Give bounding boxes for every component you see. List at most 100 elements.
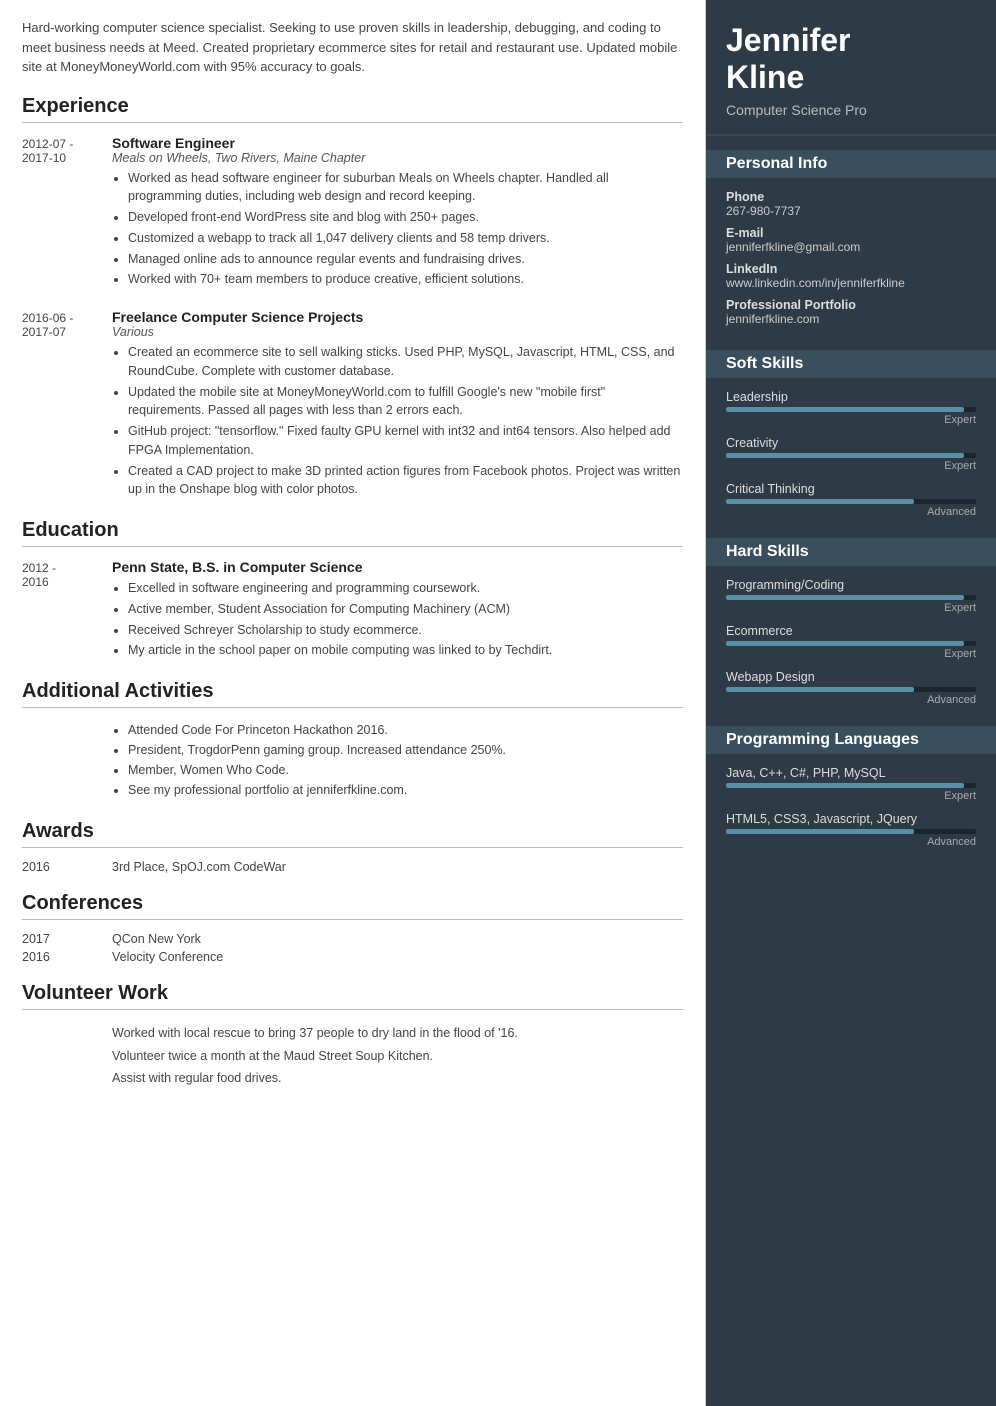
- skill-bar-fill: [726, 499, 914, 504]
- exp-org: Meals on Wheels, Two Rivers, Maine Chapt…: [112, 151, 683, 165]
- skill-name: Webapp Design: [726, 670, 976, 684]
- edu-bullet: Excelled in software engineering and pro…: [128, 579, 683, 598]
- experience-row: 2012-07 -2017-10 Software Engineer Meals…: [22, 135, 683, 292]
- name-line1: Jennifer: [726, 22, 850, 58]
- education-row: 2012 -2016 Penn State, B.S. in Computer …: [22, 559, 683, 662]
- education-heading: Education: [22, 519, 683, 542]
- soft-skills-section: Soft Skills Leadership Expert Creativity…: [706, 336, 996, 524]
- conf-year: 2017: [22, 932, 112, 946]
- skill-bar-bg: [726, 407, 976, 412]
- soft-skills-title: Soft Skills: [706, 350, 996, 378]
- skill-item: Creativity Expert: [726, 436, 976, 472]
- linkedin-value: www.linkedin.com/in/jenniferfkline: [726, 276, 976, 290]
- activities-list: Attended Code For Princeton Hackathon 20…: [112, 720, 683, 800]
- activity-item: Attended Code For Princeton Hackathon 20…: [128, 720, 683, 740]
- skill-name: Java, C++, C#, PHP, MySQL: [726, 766, 976, 780]
- right-title: Computer Science Pro: [726, 102, 976, 118]
- prog-lang-container: Java, C++, C#, PHP, MySQL Expert HTML5, …: [726, 766, 976, 848]
- education-divider: [22, 546, 683, 547]
- award-row: 20163rd Place, SpOJ.com CodeWar: [22, 860, 683, 874]
- volunteer-heading: Volunteer Work: [22, 982, 683, 1005]
- name-display: Jennifer Kline: [726, 22, 976, 96]
- exp-bullet: GitHub project: "tensorflow." Fixed faul…: [128, 422, 683, 460]
- prog-lang-section: Programming Languages Java, C++, C#, PHP…: [706, 712, 996, 868]
- award-year: 2016: [22, 860, 112, 874]
- skill-name: Ecommerce: [726, 624, 976, 638]
- conferences-heading: Conferences: [22, 892, 683, 915]
- skill-bar-fill: [726, 687, 914, 692]
- volunteer-container: Worked with local rescue to bring 37 peo…: [112, 1022, 683, 1090]
- skill-bar-bg: [726, 499, 976, 504]
- education-container: 2012 -2016 Penn State, B.S. in Computer …: [22, 559, 683, 662]
- exp-title: Software Engineer: [112, 135, 683, 151]
- volunteer-item: Worked with local rescue to bring 37 peo…: [112, 1022, 683, 1045]
- exp-bullets: Worked as head software engineer for sub…: [112, 169, 683, 290]
- activity-item: President, TrogdorPenn gaming group. Inc…: [128, 740, 683, 760]
- exp-org: Various: [112, 325, 683, 339]
- skill-item: Java, C++, C#, PHP, MySQL Expert: [726, 766, 976, 802]
- skill-item: Ecommerce Expert: [726, 624, 976, 660]
- portfolio-label: Professional Portfolio: [726, 298, 976, 312]
- award-text: 3rd Place, SpOJ.com CodeWar: [112, 860, 286, 874]
- hard-skills-container: Programming/Coding Expert Ecommerce Expe…: [726, 578, 976, 706]
- portfolio-value: jenniferfkline.com: [726, 312, 976, 326]
- exp-bullet: Managed online ads to announce regular e…: [128, 250, 683, 269]
- exp-content: Software Engineer Meals on Wheels, Two R…: [112, 135, 683, 292]
- exp-bullet: Customized a webapp to track all 1,047 d…: [128, 229, 683, 248]
- skill-name: Creativity: [726, 436, 976, 450]
- skill-name: Programming/Coding: [726, 578, 976, 592]
- skill-level: Expert: [726, 602, 976, 614]
- edu-content: Penn State, B.S. in Computer Science Exc…: [112, 559, 683, 662]
- skill-item: Programming/Coding Expert: [726, 578, 976, 614]
- left-panel: Hard-working computer science specialist…: [0, 0, 706, 1406]
- edu-bullet: My article in the school paper on mobile…: [128, 641, 683, 660]
- hard-skills-section: Hard Skills Programming/Coding Expert Ec…: [706, 524, 996, 712]
- linkedin-label: LinkedIn: [726, 262, 976, 276]
- phone-label: Phone: [726, 190, 976, 204]
- conf-text: Velocity Conference: [112, 950, 223, 964]
- skill-level: Advanced: [726, 506, 976, 518]
- hard-skills-title: Hard Skills: [706, 538, 996, 566]
- right-panel: Jennifer Kline Computer Science Pro Pers…: [706, 0, 996, 1406]
- personal-info-title: Personal Info: [706, 150, 996, 178]
- skill-bar-fill: [726, 453, 964, 458]
- activity-item: See my professional portfolio at jennife…: [128, 780, 683, 800]
- awards-heading: Awards: [22, 820, 683, 843]
- skill-level: Advanced: [726, 836, 976, 848]
- exp-date: 2012-07 -2017-10: [22, 135, 112, 292]
- awards-divider: [22, 847, 683, 848]
- skill-bar-bg: [726, 595, 976, 600]
- skill-name: Critical Thinking: [726, 482, 976, 496]
- experience-container: 2012-07 -2017-10 Software Engineer Meals…: [22, 135, 683, 502]
- conf-year: 2016: [22, 950, 112, 964]
- soft-skills-container: Leadership Expert Creativity Expert Crit…: [726, 390, 976, 518]
- exp-bullet: Created a CAD project to make 3D printed…: [128, 462, 683, 500]
- exp-bullet: Developed front-end WordPress site and b…: [128, 208, 683, 227]
- skill-level: Expert: [726, 460, 976, 472]
- skill-level: Advanced: [726, 694, 976, 706]
- skill-level: Expert: [726, 648, 976, 660]
- phone-value: 267-980-7737: [726, 204, 976, 218]
- edu-date: 2012 -2016: [22, 559, 112, 662]
- edu-bullets: Excelled in software engineering and pro…: [112, 579, 683, 660]
- conference-row: 2017QCon New York: [22, 932, 683, 946]
- volunteer-divider: [22, 1009, 683, 1010]
- skill-item: Leadership Expert: [726, 390, 976, 426]
- skill-bar-fill: [726, 829, 914, 834]
- summary-text: Hard-working computer science specialist…: [22, 18, 683, 77]
- volunteer-item: Assist with regular food drives.: [112, 1067, 683, 1090]
- prog-lang-title: Programming Languages: [706, 726, 996, 754]
- conference-row: 2016Velocity Conference: [22, 950, 683, 964]
- skill-level: Expert: [726, 790, 976, 802]
- edu-bullet: Active member, Student Association for C…: [128, 600, 683, 619]
- personal-info-section: Personal Info Phone 267-980-7737 E-mail …: [706, 136, 996, 336]
- skill-bar-fill: [726, 595, 964, 600]
- awards-container: 20163rd Place, SpOJ.com CodeWar: [22, 860, 683, 874]
- skill-bar-bg: [726, 453, 976, 458]
- exp-date: 2016-06 -2017-07: [22, 309, 112, 501]
- conferences-divider: [22, 919, 683, 920]
- email-label: E-mail: [726, 226, 976, 240]
- experience-row: 2016-06 -2017-07 Freelance Computer Scie…: [22, 309, 683, 501]
- activities-divider: [22, 707, 683, 708]
- skill-name: Leadership: [726, 390, 976, 404]
